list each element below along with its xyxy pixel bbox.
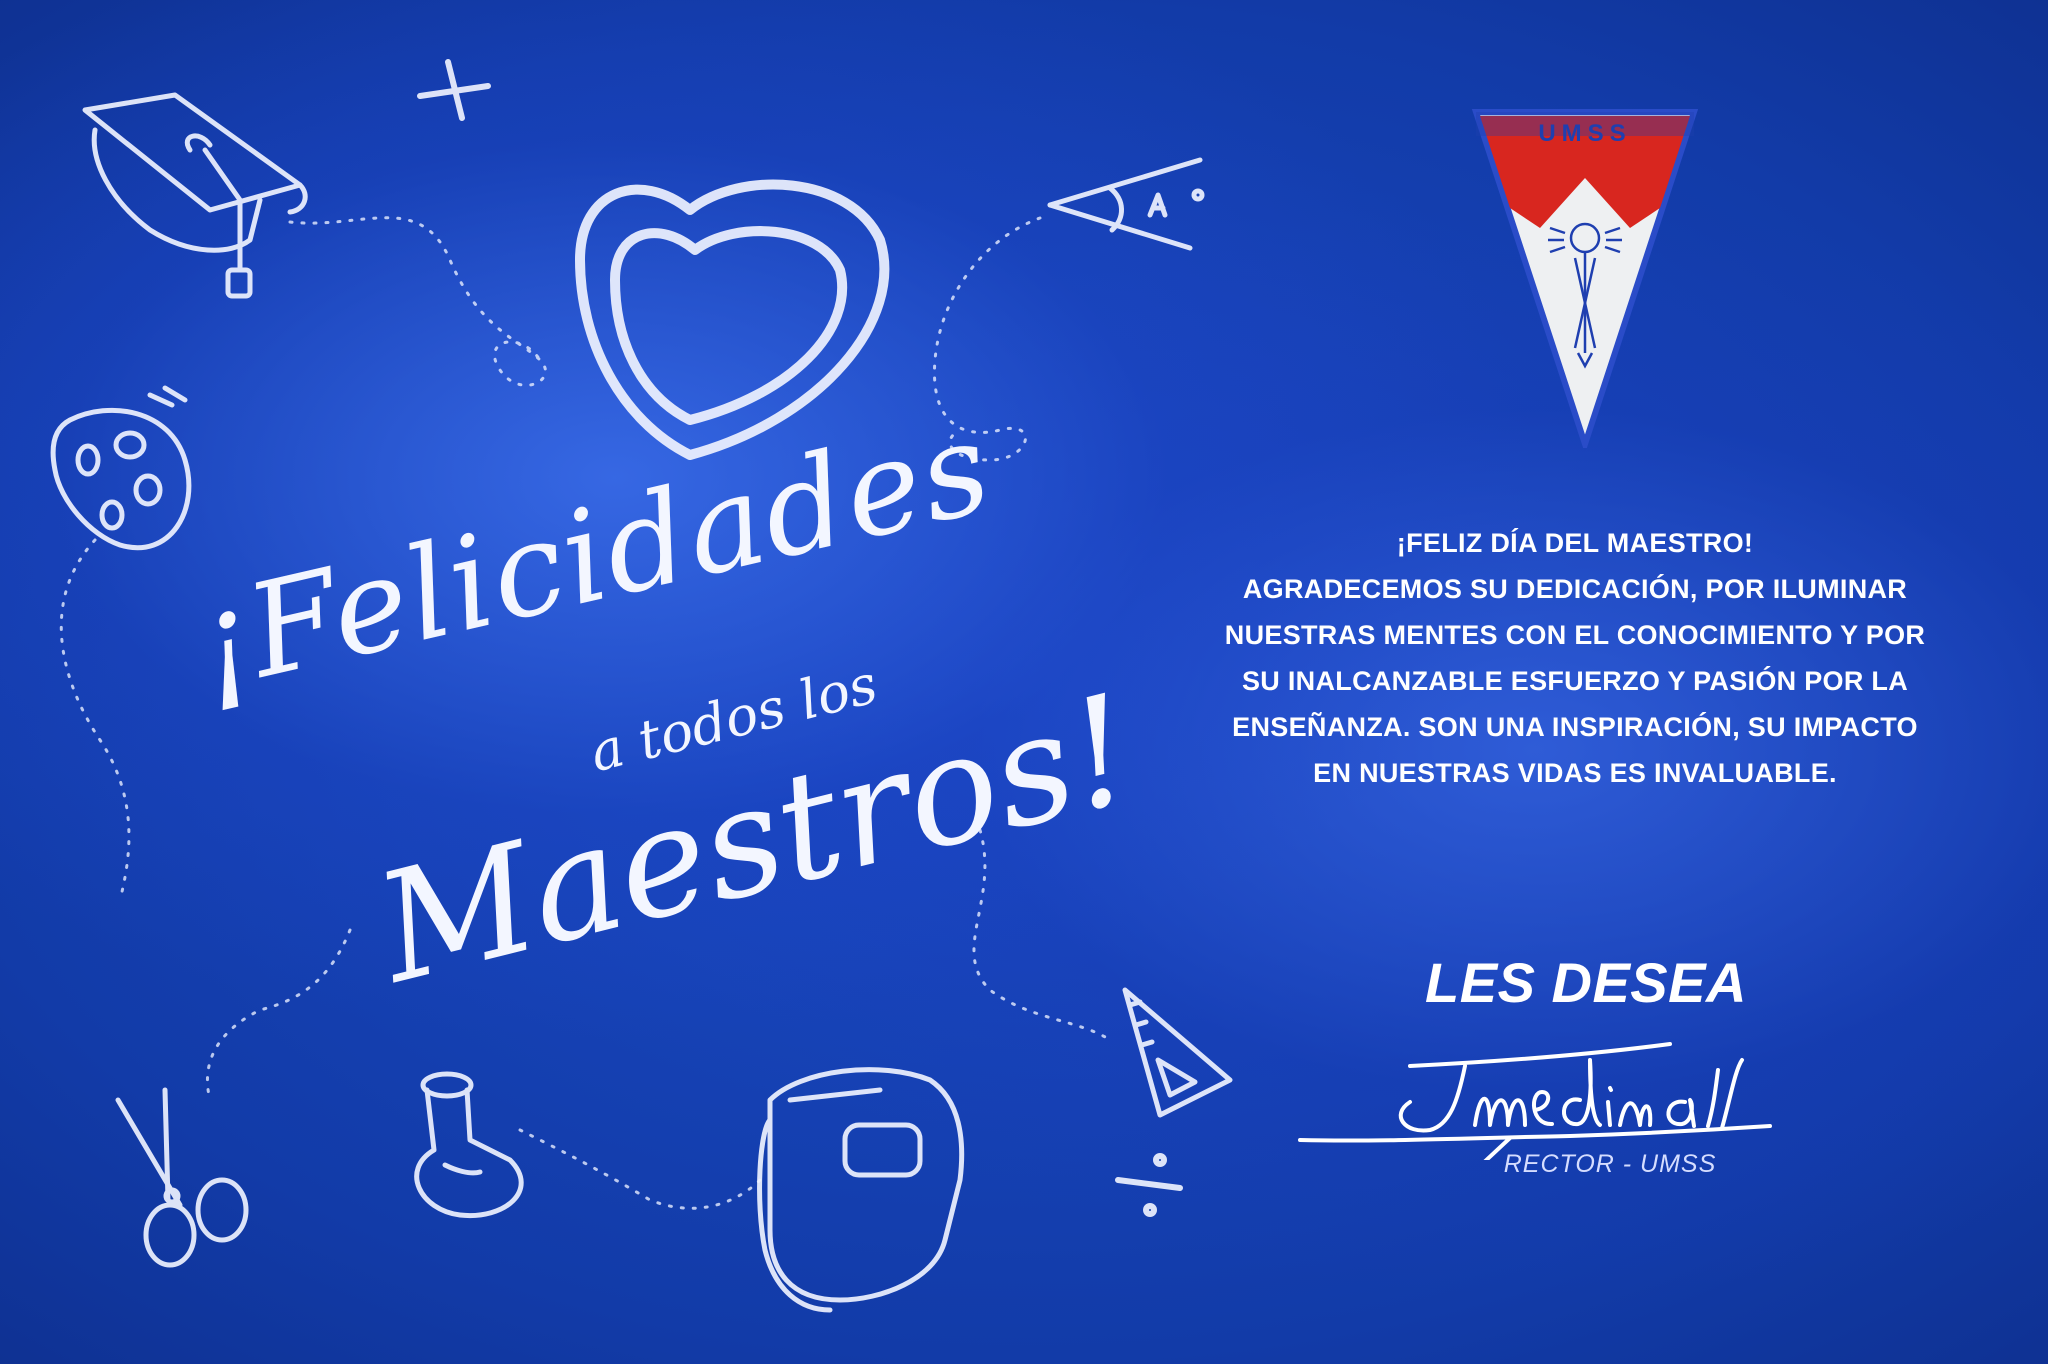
message-line: AGRADECEMOS SU DEDICACIÓN, POR ILUMINAR [1242, 574, 1908, 604]
dotted-path [288, 216, 547, 387]
triangle-ruler-icon [1122, 987, 1233, 1118]
message-line: ENSEÑANZA. SON UNA INSPIRACIÓN, SU IMPAC… [1232, 712, 1918, 742]
flask-icon [414, 1071, 524, 1219]
notebook-icon [757, 1067, 965, 1313]
signer-title: RECTOR - UMSS [1503, 1150, 1717, 1178]
dotted-path [205, 928, 352, 1102]
rector-signature [1298, 1042, 1772, 1160]
les-desea-label: LES DESEA [1425, 951, 1747, 1014]
dotted-path [518, 1128, 762, 1210]
umss-crest-logo: UMSS [1471, 109, 1699, 448]
greeting-message: ¡FELIZ DÍA DEL MAESTRO! AGRADECEMOS SU D… [1195, 520, 1955, 796]
graduation-cap-icon [82, 92, 308, 299]
heart-icon [575, 179, 890, 460]
message-line: EN NUESTRAS VIDAS ES INVALUABLE. [1313, 758, 1837, 788]
message-line: NUESTRAS MENTES CON EL CONOCIMIENTO Y PO… [1224, 620, 1926, 650]
protractor-icon [1047, 157, 1205, 251]
crest-acronym: UMSS [1538, 120, 1631, 147]
message-line: ¡FELIZ DÍA DEL MAESTRO! [1396, 528, 1754, 558]
dotted-path [59, 538, 131, 902]
message-line: SU INALCANZABLE ESFUERZO Y PASIÓN POR LA [1241, 666, 1909, 696]
divide-icon [1115, 1153, 1183, 1217]
paint-palette-icon [50, 385, 192, 551]
scissors-icon [115, 1087, 249, 1268]
greeting-card: ¡Felicidades a todos los Maestros! UMSS … [0, 0, 2048, 1364]
plus-icon [417, 59, 491, 121]
